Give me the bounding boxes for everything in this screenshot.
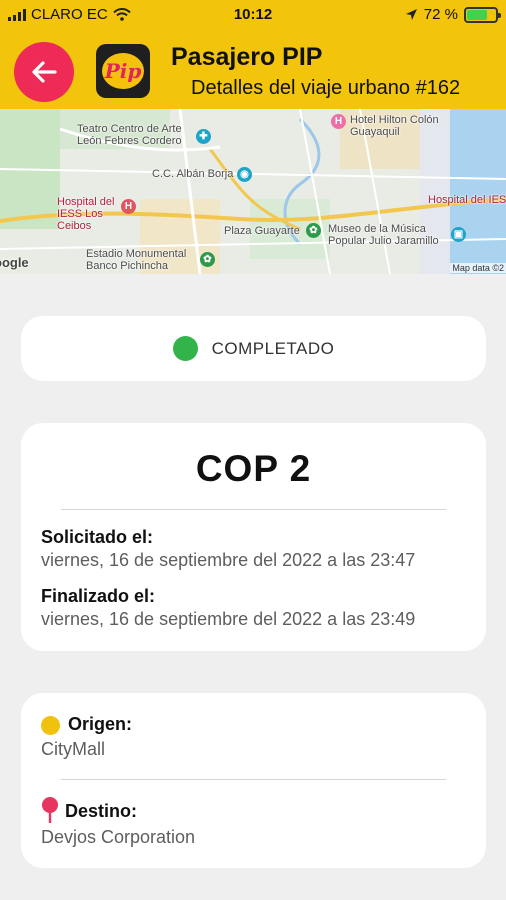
- origin-marker-icon: [41, 716, 60, 735]
- status-bar: CLARO EC 10:12 72 %: [0, 0, 506, 30]
- logo-badge: Pip: [102, 53, 144, 89]
- divider: [61, 509, 446, 510]
- status-indicator-icon: [172, 336, 198, 361]
- route-card: Origen: CityMall Destino: Devjos Corpora…: [21, 693, 486, 868]
- arrow-left-icon: [32, 61, 57, 83]
- map-label-plaza: Plaza Guayarte: [224, 225, 300, 237]
- map-pin-icon: ✿: [200, 252, 215, 267]
- trip-status: COMPLETADO: [211, 338, 335, 358]
- map-label-hilton: Hotel Hilton Colón Guayaquil: [350, 114, 439, 138]
- requested-value: viernes, 16 de septiembre del 2022 a las…: [41, 550, 416, 570]
- map-pin-icon: H: [121, 199, 136, 214]
- battery-icon: [464, 6, 501, 23]
- trip-details-card: COP 2 Solicitado el: viernes, 16 de sept…: [21, 423, 486, 651]
- map-label-hospital-ceibos: Hospital del IESS Los Ceibos: [57, 196, 115, 232]
- finished-label: Finalizado el:: [41, 586, 156, 606]
- map-pin-icon: ✚: [196, 129, 211, 144]
- map-pin-icon: ▣: [451, 227, 466, 242]
- destination-label: Destino:: [65, 801, 137, 821]
- page-subtitle: Detalles del viaje urbano #162: [191, 77, 461, 99]
- map-pin-icon: H: [331, 114, 346, 129]
- finished-value: viernes, 16 de septiembre del 2022 a las…: [41, 609, 416, 629]
- map-label-estadio: Estadio Monumental Banco Pichincha: [86, 248, 187, 272]
- map-label-museo: Museo de la Música Popular Julio Jaramil…: [328, 223, 439, 247]
- map-label-hospital-right: Hospital del IES: [428, 194, 506, 206]
- map-pin-icon: ◉: [237, 167, 252, 182]
- map-label-alban: C.C. Albán Borja: [152, 168, 234, 180]
- battery-percent: 72 %: [423, 6, 458, 23]
- google-logo: oogle: [0, 255, 29, 270]
- fare-amount: COP 2: [195, 448, 312, 489]
- map-attribution[interactable]: Map data ©2: [450, 263, 506, 273]
- page-title: Pasajero PIP: [171, 43, 323, 71]
- trip-status-card: COMPLETADO: [21, 316, 486, 381]
- location-arrow-icon: [405, 9, 417, 20]
- requested-label: Solicitado el:: [41, 527, 154, 547]
- origin-value: CityMall: [41, 739, 106, 759]
- trip-map[interactable]: Teatro Centro de Arte León Febres Corder…: [0, 109, 506, 274]
- destination-value: Devjos Corporation: [41, 827, 196, 847]
- system-indicators: 72 %: [405, 6, 501, 23]
- divider: [61, 779, 446, 780]
- map-pin-icon: ✿: [306, 223, 321, 238]
- back-button[interactable]: [14, 42, 74, 102]
- app-header: CLARO EC 10:12 72 % Pip Pasajero PIP Det…: [0, 0, 506, 109]
- origin-label: Origen:: [68, 714, 133, 734]
- map-label-teatro: Teatro Centro de Arte León Febres Corder…: [77, 123, 182, 147]
- app-logo: Pip: [96, 44, 150, 98]
- battery-level: [467, 9, 488, 20]
- destination-pin-icon: [42, 797, 58, 823]
